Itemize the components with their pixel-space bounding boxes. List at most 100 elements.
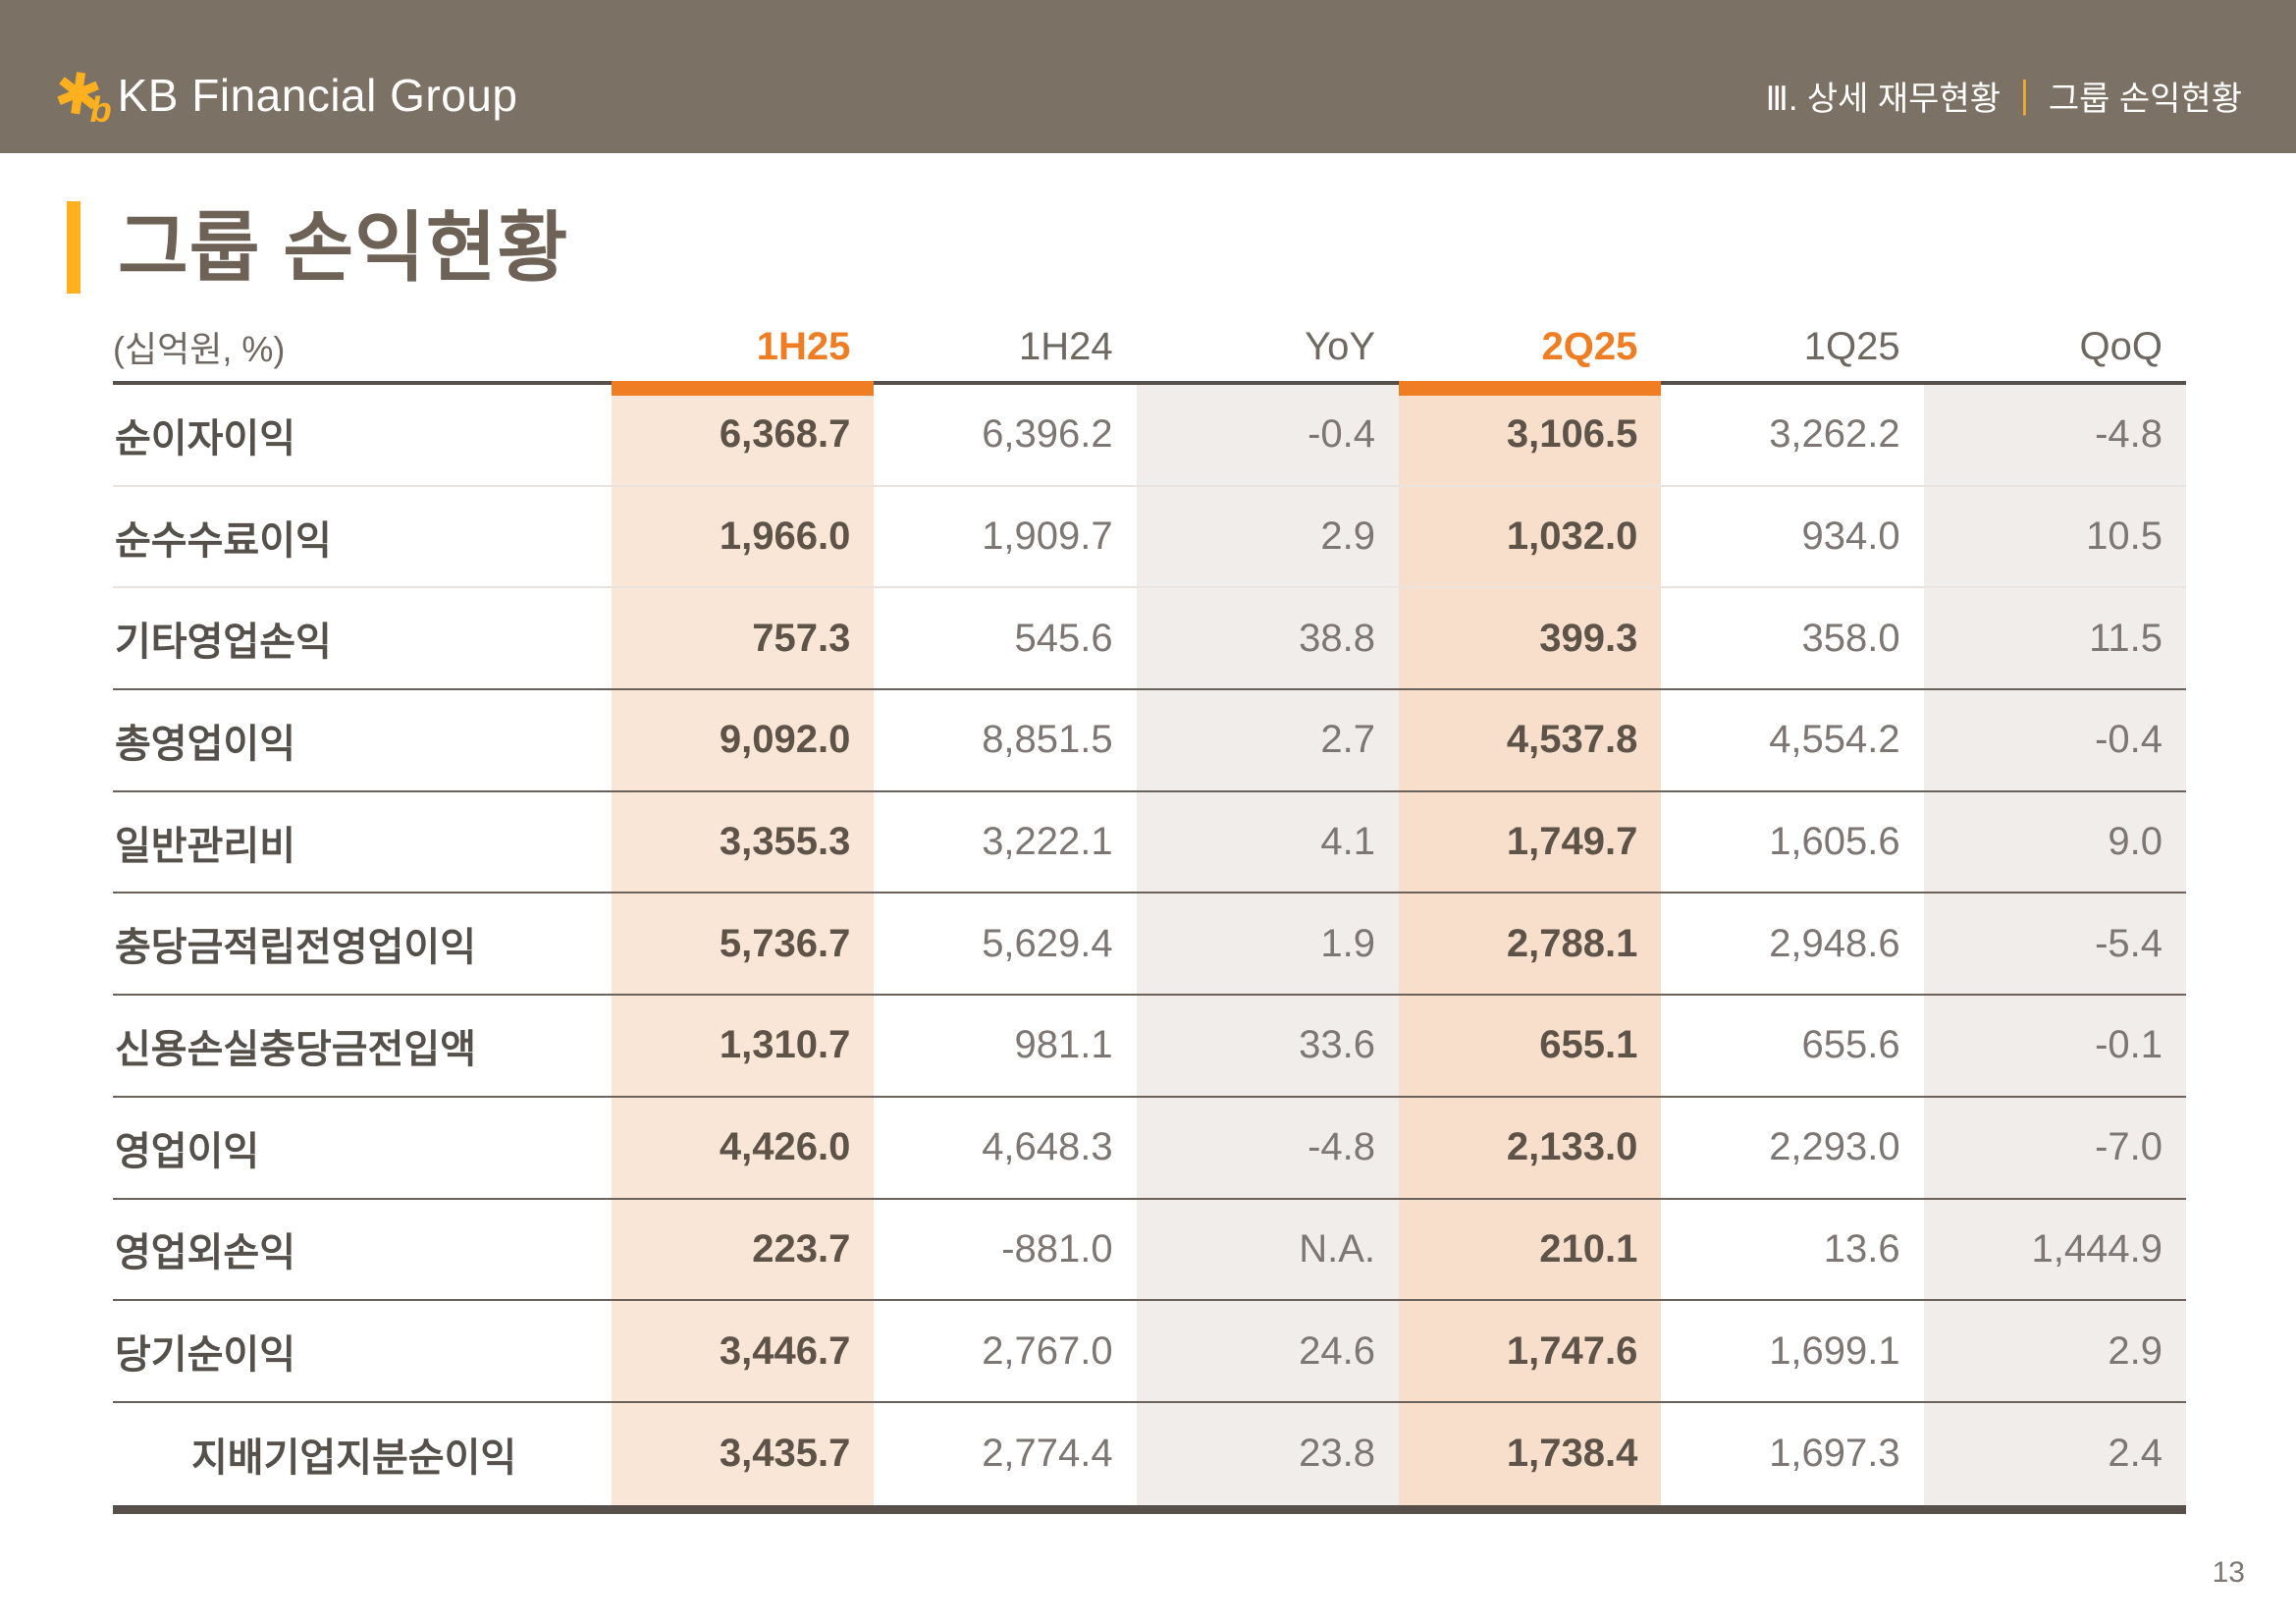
- table-body: 순이자이익6,368.76,396.2-0.43,106.53,262.2-4.…: [113, 385, 2186, 1505]
- cell-1q25: 358.0: [1661, 588, 1923, 688]
- cell-1h24: 981.1: [874, 996, 1136, 1096]
- top-header-bar: ✱b KB Financial Group Ⅲ. 상세 재무현황 | 그룹 손익…: [0, 0, 2296, 153]
- table-bottom-rule: [113, 1505, 2186, 1514]
- cell-1h25: 6,368.7: [612, 385, 874, 485]
- table-row: 순이자이익6,368.76,396.2-0.43,106.53,262.2-4.…: [113, 385, 2186, 487]
- cell-qoq: 2.9: [1924, 1301, 2186, 1401]
- cell-1h24: 5,629.4: [874, 893, 1136, 994]
- cell-2q25: 2,788.1: [1399, 893, 1661, 994]
- cell-qoq: -7.0: [1924, 1098, 2186, 1198]
- breadcrumb-current: 그룹 손익현황: [2049, 72, 2242, 120]
- cell-1h25: 3,435.7: [612, 1403, 874, 1505]
- cell-qoq: -4.8: [1924, 385, 2186, 485]
- column-header-1h24: 1H24: [874, 312, 1136, 381]
- cell-1h25: 1,310.7: [612, 996, 874, 1096]
- cell-1h24: 4,648.3: [874, 1098, 1136, 1198]
- cell-qoq: 9.0: [1924, 792, 2186, 893]
- table-header-row: (십억원, %) 1H251H24YoY2Q251Q25QoQ: [113, 312, 2186, 385]
- cell-1h25: 5,736.7: [612, 893, 874, 994]
- cell-2q25: 655.1: [1399, 996, 1661, 1096]
- cell-1q25: 1,699.1: [1661, 1301, 1923, 1401]
- cell-2q25: 4,537.8: [1399, 690, 1661, 790]
- cell-1h24: 1,909.7: [874, 487, 1136, 587]
- table-row: 신용손실충당금전입액1,310.7981.133.6655.1655.6-0.1: [113, 996, 2186, 1098]
- cell-1q25: 2,948.6: [1661, 893, 1923, 994]
- column-header-qoq: QoQ: [1924, 312, 2186, 381]
- cell-1h24: 3,222.1: [874, 792, 1136, 893]
- table-row: 기타영업손익757.3545.638.8399.3358.011.5: [113, 588, 2186, 690]
- kb-star-icon: ✱b: [54, 67, 102, 124]
- cell-yoy: 38.8: [1137, 588, 1399, 688]
- column-header-yoy: YoY: [1137, 312, 1399, 381]
- column-header-2q25: 2Q25: [1399, 312, 1661, 381]
- cell-2q25: 210.1: [1399, 1200, 1661, 1300]
- cell-yoy: 23.8: [1137, 1403, 1399, 1505]
- row-label: 순수수료이익: [113, 487, 612, 587]
- cell-2q25: 2,133.0: [1399, 1098, 1661, 1198]
- kb-logo: ✱b KB Financial Group: [54, 67, 517, 124]
- cell-2q25: 1,738.4: [1399, 1403, 1661, 1505]
- cell-qoq: 1,444.9: [1924, 1200, 2186, 1300]
- cell-yoy: -4.8: [1137, 1098, 1399, 1198]
- row-label: 순이자이익: [113, 385, 612, 485]
- cell-2q25: 1,749.7: [1399, 792, 1661, 893]
- cell-1q25: 1,605.6: [1661, 792, 1923, 893]
- row-label: 지배기업지분순이익: [113, 1403, 612, 1505]
- cell-1h25: 1,966.0: [612, 487, 874, 587]
- table-row: 영업외손익223.7-881.0N.A.210.113.61,444.9: [113, 1200, 2186, 1302]
- cell-yoy: -0.4: [1137, 385, 1399, 485]
- cell-1q25: 655.6: [1661, 996, 1923, 1096]
- cell-1h25: 9,092.0: [612, 690, 874, 790]
- cell-1q25: 2,293.0: [1661, 1098, 1923, 1198]
- page-title: 그룹 손익현황: [118, 209, 568, 286]
- cell-qoq: -0.1: [1924, 996, 2186, 1096]
- cell-2q25: 1,032.0: [1399, 487, 1661, 587]
- cell-1h25: 3,446.7: [612, 1301, 874, 1401]
- star-b-glyph: b: [90, 92, 112, 128]
- cell-1h24: 6,396.2: [874, 385, 1136, 485]
- breadcrumb-section: Ⅲ. 상세 재무현황: [1766, 72, 2001, 120]
- table-row: 지배기업지분순이익3,435.72,774.423.81,738.41,697.…: [113, 1403, 2186, 1505]
- table-row: 순수수료이익1,966.01,909.72.91,032.0934.010.5: [113, 487, 2186, 589]
- cell-yoy: N.A.: [1137, 1200, 1399, 1300]
- cell-yoy: 2.7: [1137, 690, 1399, 790]
- row-label: 영업외손익: [113, 1200, 612, 1300]
- cell-yoy: 1.9: [1137, 893, 1399, 994]
- row-label: 일반관리비: [113, 792, 612, 893]
- cell-1h24: 2,774.4: [874, 1403, 1136, 1505]
- cell-1h25: 223.7: [612, 1200, 874, 1300]
- cell-qoq: -5.4: [1924, 893, 2186, 994]
- cell-1h24: -881.0: [874, 1200, 1136, 1300]
- table-row: 당기순이익3,446.72,767.024.61,747.61,699.12.9: [113, 1301, 2186, 1403]
- cell-2q25: 399.3: [1399, 588, 1661, 688]
- cell-yoy: 2.9: [1137, 487, 1399, 587]
- table-row: 총영업이익9,092.08,851.52.74,537.84,554.2-0.4: [113, 690, 2186, 792]
- table-row: 영업이익4,426.04,648.3-4.82,133.02,293.0-7.0: [113, 1098, 2186, 1200]
- cell-1q25: 934.0: [1661, 487, 1923, 587]
- cell-1q25: 1,697.3: [1661, 1403, 1923, 1505]
- row-label: 기타영업손익: [113, 588, 612, 688]
- income-statement-table: (십억원, %) 1H251H24YoY2Q251Q25QoQ 순이자이익6,3…: [113, 312, 2186, 1514]
- slide: ✱b KB Financial Group Ⅲ. 상세 재무현황 | 그룹 손익…: [0, 0, 2296, 1624]
- table-row: 충당금적립전영업이익5,736.75,629.41.92,788.12,948.…: [113, 893, 2186, 996]
- cell-1h24: 545.6: [874, 588, 1136, 688]
- breadcrumb-divider-bar: |: [2020, 74, 2029, 118]
- cell-qoq: -0.4: [1924, 690, 2186, 790]
- cell-1h24: 2,767.0: [874, 1301, 1136, 1401]
- cell-1h24: 8,851.5: [874, 690, 1136, 790]
- cell-qoq: 10.5: [1924, 487, 2186, 587]
- cell-1q25: 13.6: [1661, 1200, 1923, 1300]
- row-label: 총영업이익: [113, 690, 612, 790]
- table-row: 일반관리비3,355.33,222.14.11,749.71,605.69.0: [113, 792, 2186, 894]
- column-header-1q25: 1Q25: [1661, 312, 1923, 381]
- column-header-1h25: 1H25: [612, 312, 874, 381]
- page-title-block: 그룹 손익현황: [67, 201, 568, 294]
- page-number: 13: [2213, 1556, 2245, 1590]
- cell-1q25: 3,262.2: [1661, 385, 1923, 485]
- cell-qoq: 2.4: [1924, 1403, 2186, 1505]
- cell-yoy: 33.6: [1137, 996, 1399, 1096]
- row-label: 신용손실충당금전입액: [113, 996, 612, 1096]
- breadcrumb: Ⅲ. 상세 재무현황 | 그룹 손익현황: [1766, 72, 2242, 120]
- cell-1h25: 757.3: [612, 588, 874, 688]
- row-label: 영업이익: [113, 1098, 612, 1198]
